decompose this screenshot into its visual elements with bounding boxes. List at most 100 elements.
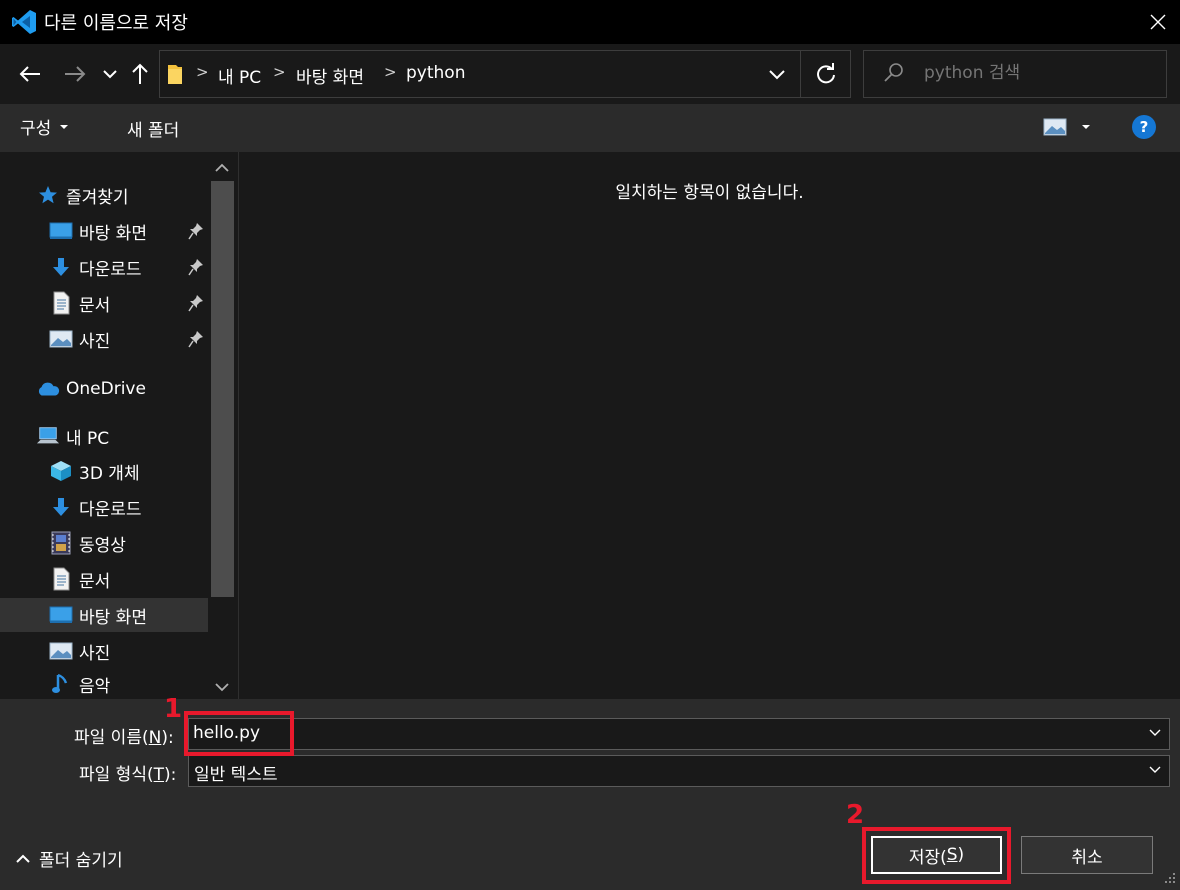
sidebar-item-pictures-pc[interactable]: 사진 xyxy=(0,634,208,668)
sidebar-item-label: OneDrive xyxy=(66,379,146,399)
filetype-label-text: 파일 형식( xyxy=(79,765,154,785)
address-history-dropdown[interactable] xyxy=(765,62,789,86)
refresh-icon xyxy=(817,63,835,84)
arrow-right-icon xyxy=(65,66,86,82)
hide-folders-button[interactable]: 폴더 숨기기 xyxy=(15,846,123,871)
pin-icon xyxy=(188,331,203,348)
annotation-number: 1 xyxy=(164,694,183,724)
sidebar-item-downloads-pc[interactable]: 다운로드 xyxy=(0,490,208,524)
annotation-highlight-save xyxy=(862,827,1011,884)
sidebar-item-label: 바탕 화면 xyxy=(79,223,147,244)
breadcrumb-desktop[interactable]: 바탕 화면 xyxy=(296,63,364,88)
scroll-down-button[interactable] xyxy=(213,679,231,699)
filename-label: 파일 이름(N): xyxy=(74,723,174,748)
chevron-up-icon xyxy=(16,854,30,863)
scrollbar-thumb[interactable] xyxy=(211,181,234,597)
filetype-label-accesskey: T xyxy=(153,765,164,785)
arrow-left-icon xyxy=(19,66,40,82)
sidebar-item-quick-access[interactable]: 즐겨찾기 xyxy=(0,178,208,212)
chevron-down-icon xyxy=(769,70,785,80)
sidebar-item-label: 3D 개체 xyxy=(79,463,140,484)
vscode-icon xyxy=(10,8,38,36)
search-input[interactable] xyxy=(924,63,1154,83)
cloud-icon xyxy=(36,377,60,401)
chevron-down-icon xyxy=(1149,766,1161,773)
sidebar-item-label: 문서 xyxy=(79,571,111,592)
file-list-pane[interactable] xyxy=(239,152,1180,699)
filetype-select[interactable] xyxy=(188,755,1170,787)
forward-button[interactable] xyxy=(60,59,90,89)
sidebar-item-label: 다운로드 xyxy=(79,499,142,520)
3d-objects-icon xyxy=(49,459,73,483)
filename-input[interactable] xyxy=(193,723,1123,743)
help-button[interactable]: ? xyxy=(1132,115,1156,139)
organize-label: 구성 xyxy=(20,119,52,139)
sidebar-item-documents-pc[interactable]: 문서 xyxy=(0,562,208,596)
sidebar-item-onedrive[interactable]: OneDrive xyxy=(0,372,208,406)
breadcrumb-python[interactable]: python xyxy=(406,63,465,83)
filetype-dropdown-button[interactable] xyxy=(1147,761,1163,782)
filename-dropdown-button[interactable] xyxy=(1147,724,1163,745)
filename-label-suffix: ): xyxy=(161,728,174,748)
close-icon xyxy=(1150,14,1166,30)
chevron-down-icon xyxy=(103,70,117,79)
refresh-button[interactable] xyxy=(812,61,840,89)
video-icon xyxy=(49,531,73,555)
sidebar-item-label: 내 PC xyxy=(66,428,110,449)
download-icon xyxy=(49,255,73,279)
desktop-icon xyxy=(49,219,73,243)
change-view-button[interactable] xyxy=(1043,118,1093,136)
sidebar-item-label: 동영상 xyxy=(79,535,126,556)
organize-button[interactable]: 구성 xyxy=(20,114,71,139)
sidebar-item-label: 문서 xyxy=(79,295,111,316)
resize-grip-icon[interactable] xyxy=(1158,868,1178,890)
empty-folder-message: 일치하는 항목이 없습니다. xyxy=(615,183,804,203)
filetype-selected-value: 일반 텍스트 xyxy=(194,765,278,785)
breadcrumb-this-pc[interactable]: 내 PC xyxy=(218,63,261,88)
sidebar-item-this-pc[interactable]: 내 PC xyxy=(0,419,208,453)
filename-label-text: 파일 이름( xyxy=(74,728,149,748)
sidebar-item-videos[interactable]: 동영상 xyxy=(0,526,208,560)
pictures-icon xyxy=(49,327,73,351)
up-button[interactable] xyxy=(125,59,155,89)
download-icon xyxy=(49,495,73,519)
sidebar-item-label: 사진 xyxy=(79,331,111,352)
sidebar-item-desktop-pc[interactable]: 바탕 화면 xyxy=(0,598,208,632)
document-icon xyxy=(49,567,73,591)
annotation-number: 2 xyxy=(846,800,865,830)
search-icon xyxy=(882,61,906,90)
back-button[interactable] xyxy=(15,59,45,89)
pictures-icon xyxy=(49,639,73,663)
folder-icon xyxy=(167,62,183,91)
chevron-up-icon xyxy=(215,163,229,172)
pin-icon xyxy=(188,259,203,276)
sidebar-item-3d-objects[interactable]: 3D 개체 xyxy=(0,454,208,488)
sidebar-item-downloads[interactable]: 다운로드 xyxy=(0,250,208,284)
view-icon xyxy=(1043,118,1067,136)
sidebar-item-pictures[interactable]: 사진 xyxy=(0,322,208,356)
hide-folders-label: 폴더 숨기기 xyxy=(39,851,123,871)
scroll-up-button[interactable] xyxy=(213,160,231,180)
chevron-down-icon xyxy=(215,683,229,692)
document-icon xyxy=(49,291,73,315)
recent-locations-button[interactable] xyxy=(95,59,125,89)
filename-label-accesskey: N xyxy=(148,728,162,748)
new-folder-button[interactable]: 새 폴더 xyxy=(127,116,179,141)
caret-down-icon xyxy=(1082,125,1090,129)
sidebar-item-desktop[interactable]: 바탕 화면 xyxy=(0,214,208,248)
sidebar-item-label: 사진 xyxy=(79,643,111,664)
computer-icon xyxy=(36,424,60,448)
filetype-label-suffix: ): xyxy=(164,765,177,785)
pin-icon xyxy=(188,295,203,312)
address-bar[interactable] xyxy=(159,50,851,98)
filetype-label: 파일 형식(T): xyxy=(79,760,176,785)
close-button[interactable] xyxy=(1136,0,1180,44)
pin-icon xyxy=(188,223,203,240)
sidebar-item-label: 음악 xyxy=(79,676,111,697)
window-title: 다른 이름으로 저장 xyxy=(44,13,188,34)
sidebar-item-documents[interactable]: 문서 xyxy=(0,286,208,320)
annotation-highlight-filename xyxy=(184,711,294,756)
sidebar-item-label: 바탕 화면 xyxy=(79,607,147,628)
caret-down-icon xyxy=(60,124,69,129)
cancel-button[interactable]: 취소 xyxy=(1021,836,1153,874)
